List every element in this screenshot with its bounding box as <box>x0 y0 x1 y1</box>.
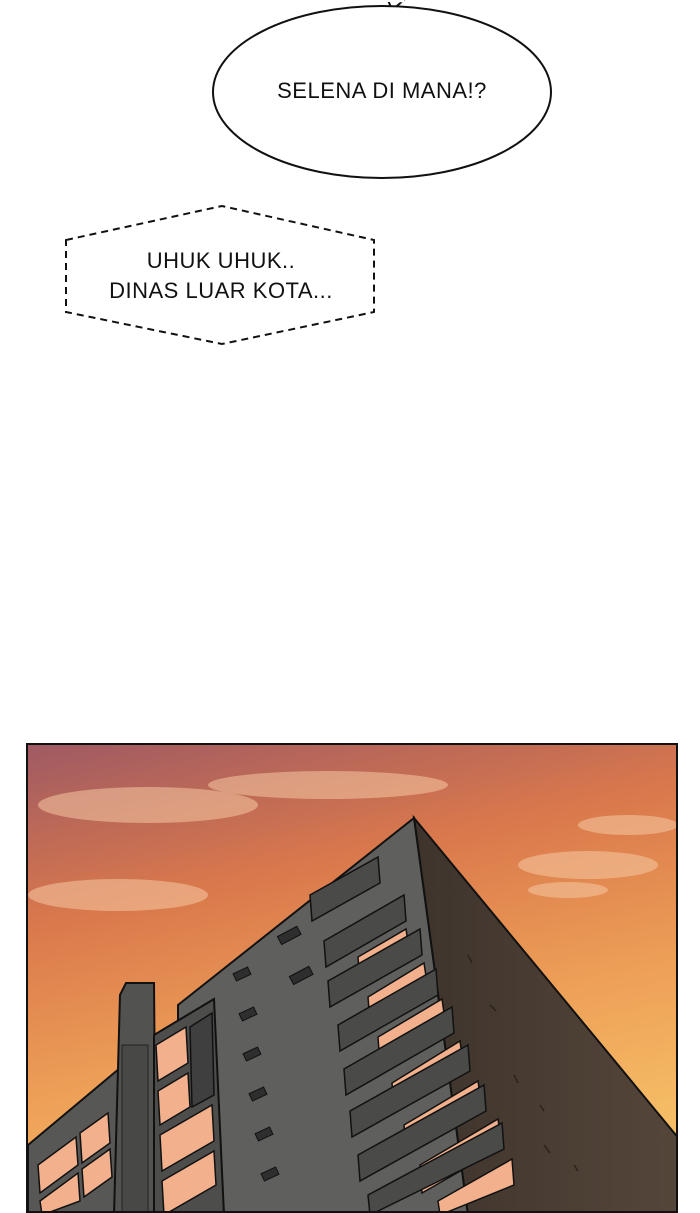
comic-panel-building <box>26 743 678 1213</box>
whisper-line-1: UHUK UHUK.. <box>146 248 296 273</box>
apartment-building-sunset-icon <box>28 745 676 1211</box>
whisper-line-2: DINAS LUAR KOTA... <box>109 278 333 303</box>
bubbles-layer <box>65 0 552 346</box>
whisper-bubble-text: UHUK UHUK.. DINAS LUAR KOTA... <box>66 246 376 306</box>
speech-bubble-text: SELENA DI MANA!? <box>277 78 487 103</box>
